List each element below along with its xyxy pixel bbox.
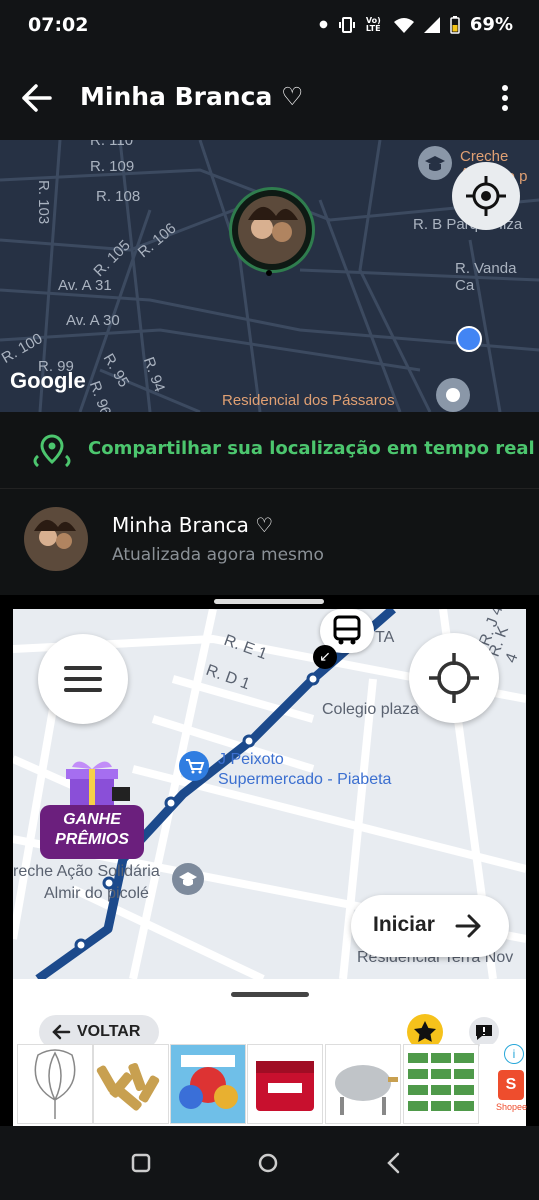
page-title: Minha Branca ♡ bbox=[80, 82, 304, 111]
place-label: Colegio plaza bbox=[322, 701, 419, 718]
avatar bbox=[238, 196, 306, 264]
more-vert-icon[interactable] bbox=[500, 84, 510, 112]
place-label: Supermercado - Piabeta bbox=[218, 771, 392, 788]
place-label: J Peixoto bbox=[218, 751, 284, 768]
network-type: Vo) LTE bbox=[365, 15, 381, 33]
battery-percent: 69% bbox=[469, 14, 513, 35]
my-location-button[interactable] bbox=[452, 162, 520, 230]
promo-prizes-button[interactable]: GANHE PRÊMIOS bbox=[40, 753, 144, 861]
school-poi-icon[interactable] bbox=[172, 863, 204, 895]
contact-row[interactable]: Minha Branca ♡ Atualizada agora mesmo bbox=[0, 489, 539, 595]
signal-icon bbox=[423, 16, 440, 33]
feedback-icon bbox=[476, 1025, 492, 1040]
street-label: R. Vanda Ca bbox=[455, 260, 517, 294]
contact-name: Minha Branca ♡ bbox=[112, 513, 274, 537]
wifi-icon bbox=[393, 17, 414, 33]
system-nav-bar bbox=[0, 1126, 539, 1200]
battery-icon bbox=[450, 15, 460, 34]
status-bar: 07:02 ● Vo) LTE 69% bbox=[0, 0, 539, 56]
avatar-marker[interactable] bbox=[229, 187, 315, 273]
back-arrow-icon[interactable] bbox=[22, 84, 52, 112]
location-poi-icon[interactable] bbox=[436, 378, 470, 412]
place-label: Almir do picolé bbox=[44, 885, 149, 902]
poi-label: Residencial dos Pássaros bbox=[222, 392, 395, 409]
arrow-right-icon bbox=[455, 914, 481, 938]
divider-handle[interactable] bbox=[214, 599, 324, 604]
street-label: Av. A 30 bbox=[66, 312, 120, 329]
dot-icon: ● bbox=[319, 19, 328, 30]
street-label: TA bbox=[375, 629, 395, 646]
ad-product-bullets[interactable] bbox=[93, 1044, 169, 1124]
recents-icon[interactable] bbox=[131, 1153, 151, 1173]
share-location-label: Compartilhar sua localização em tempo re… bbox=[88, 438, 535, 459]
app-bar: Minha Branca ♡ bbox=[0, 56, 539, 140]
start-button-label: Iniciar bbox=[373, 913, 435, 936]
contact-status: Atualizada agora mesmo bbox=[112, 545, 324, 565]
promo-badge: GANHE PRÊMIOS bbox=[40, 805, 144, 859]
ad-product-money[interactable] bbox=[403, 1044, 479, 1124]
street-label: R. 108 bbox=[96, 188, 141, 205]
back-nav-icon[interactable] bbox=[386, 1152, 402, 1174]
sheet-grab-handle[interactable] bbox=[231, 992, 309, 997]
report-button[interactable] bbox=[469, 1017, 499, 1047]
ad-product-whisk[interactable] bbox=[17, 1044, 93, 1124]
place-label: reche Ação Solidária bbox=[13, 863, 160, 880]
contact-avatar bbox=[24, 507, 88, 571]
ad-product-paw-patrol[interactable] bbox=[170, 1044, 246, 1124]
promo-line-2: PRÊMIOS bbox=[55, 831, 129, 848]
gift-box-icon bbox=[66, 761, 130, 809]
ad-product-cooler[interactable] bbox=[247, 1044, 323, 1124]
gps-target-icon bbox=[429, 653, 479, 703]
share-location-row[interactable]: Compartilhar sua localização em tempo re… bbox=[0, 412, 539, 489]
arrow-left-icon bbox=[52, 1024, 71, 1040]
shopee-bag-icon: S bbox=[498, 1070, 524, 1100]
vibrate-icon bbox=[338, 16, 355, 33]
menu-icon bbox=[64, 666, 102, 692]
school-poi-icon[interactable] bbox=[418, 146, 452, 180]
ad-info-icon[interactable]: i bbox=[504, 1044, 524, 1064]
avatar-marker-point bbox=[266, 270, 272, 276]
split-screen-divider[interactable] bbox=[0, 595, 539, 609]
google-logo: Google bbox=[10, 368, 86, 393]
ad-product-grill[interactable] bbox=[325, 1044, 401, 1124]
street-label: R. 103 bbox=[35, 180, 52, 225]
back-button-label: VOLTAR bbox=[77, 1023, 141, 1040]
shopping-cart-icon[interactable] bbox=[179, 751, 209, 781]
current-location-dot bbox=[456, 326, 482, 352]
top-map[interactable]: R. 110 R. 109 R. 108 R. 103 R. 105 R. 10… bbox=[0, 140, 539, 412]
ad-brand-label: Shopee bbox=[496, 1102, 528, 1112]
status-icons: ● Vo) LTE 69% bbox=[319, 14, 513, 35]
street-label: R. 110 bbox=[90, 140, 134, 149]
promo-line-1: GANHE bbox=[63, 811, 121, 828]
center-location-button[interactable] bbox=[409, 633, 499, 723]
direction-arrow-icon: ↙ bbox=[313, 645, 337, 669]
ad-brand-panel[interactable]: i S Shopee bbox=[480, 1044, 528, 1122]
location-share-icon bbox=[33, 434, 71, 468]
start-button[interactable]: Iniciar bbox=[351, 895, 509, 957]
status-time: 07:02 bbox=[28, 14, 89, 36]
gps-target-icon bbox=[466, 176, 506, 216]
home-icon[interactable] bbox=[257, 1152, 279, 1174]
street-label: R. 109 bbox=[90, 158, 135, 175]
menu-button[interactable] bbox=[38, 634, 128, 724]
street-label: Av. A 31 bbox=[58, 277, 112, 294]
